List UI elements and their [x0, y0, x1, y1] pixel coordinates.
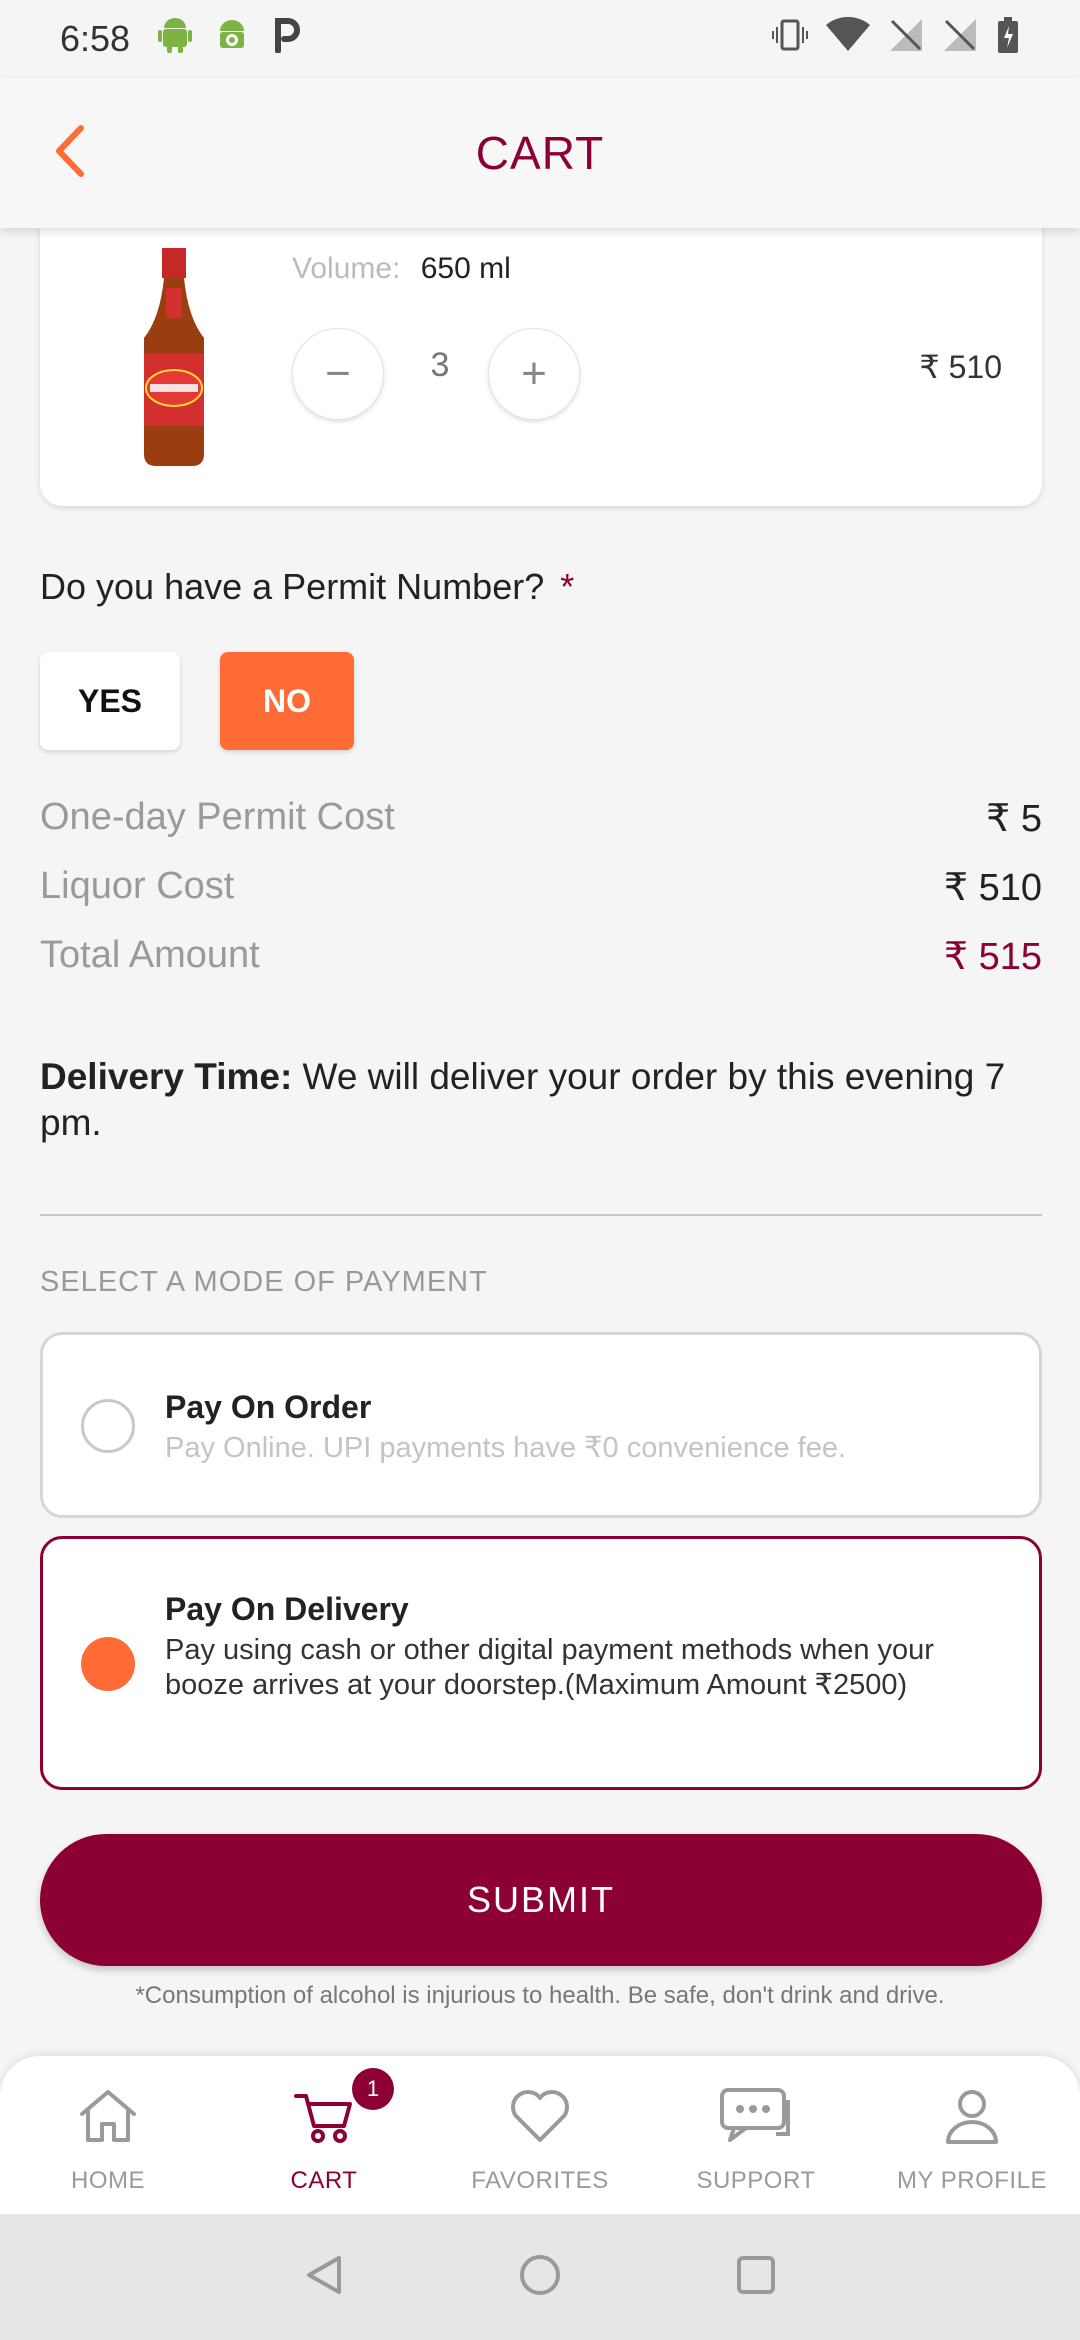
- required-marker: *: [560, 566, 575, 607]
- status-bar: 6:58: [0, 0, 1080, 78]
- volume-row: Volume: 650 ml: [292, 252, 511, 286]
- page-title: CART: [475, 127, 605, 179]
- nav-label: FAVORITES: [471, 2167, 609, 2194]
- pay-option-description: Pay Online. UPI payments have ₹0 conveni…: [165, 1432, 847, 1464]
- total-amount-row: Total Amount ₹ 515: [40, 934, 1042, 979]
- battery-icon: [996, 16, 1020, 62]
- back-nav-icon[interactable]: [301, 2252, 347, 2303]
- permit-cost-label: One-day Permit Cost: [40, 796, 395, 838]
- nav-support[interactable]: SUPPORT: [648, 2056, 864, 2214]
- item-price: ₹ 510: [919, 349, 1002, 385]
- pay-option-title: Pay On Order: [165, 1389, 372, 1425]
- home-nav-icon[interactable]: [517, 2252, 563, 2303]
- signal-off-icon: [942, 17, 978, 62]
- android-icon: [158, 17, 193, 62]
- permit-yes-button[interactable]: YES: [40, 652, 180, 750]
- total-amount-label: Total Amount: [40, 934, 260, 976]
- chat-icon: [718, 2086, 794, 2151]
- permit-cost-value: ₹ 5: [986, 798, 1042, 840]
- pay-option-description: Pay using cash or other digital payment …: [165, 1634, 934, 1701]
- home-icon: [76, 2086, 140, 2151]
- permit-cost-row: One-day Permit Cost ₹ 5: [40, 796, 1042, 841]
- health-disclaimer: *Consumption of alcohol is injurious to …: [135, 1982, 945, 2009]
- payment-heading: SELECT A MODE OF PAYMENT: [40, 1266, 488, 1298]
- signal-off-icon: [888, 17, 924, 62]
- nav-label: SUPPORT: [696, 2167, 816, 2194]
- system-nav-bar: [0, 2214, 1080, 2340]
- product-image: [140, 248, 208, 473]
- pay-option-title: Pay On Delivery: [165, 1591, 409, 1627]
- pay-on-delivery-option[interactable]: Pay On Delivery Pay using cash or other …: [40, 1536, 1042, 1790]
- submit-button[interactable]: SUBMIT: [40, 1834, 1042, 1966]
- nav-label: CART: [290, 2167, 358, 2194]
- liquor-cost-row: Liquor Cost ₹ 510: [40, 865, 1042, 910]
- increase-quantity-button[interactable]: +: [488, 328, 580, 420]
- nav-my-profile[interactable]: MY PROFILE: [864, 2056, 1080, 2214]
- liquor-cost-label: Liquor Cost: [40, 865, 235, 907]
- permit-question: Do you have a Permit Number? *: [40, 566, 574, 608]
- wifi-icon: [826, 16, 870, 62]
- bottom-nav: HOME 1 CART FAVORITES SUPPORT MY PROFILE: [0, 2056, 1080, 2214]
- android-debug-icon: [214, 17, 250, 62]
- cart-content[interactable]: Volume: 650 ml − 3 + ₹ 510 Do you have a…: [0, 228, 1080, 2056]
- vibrate-icon: [772, 17, 808, 62]
- status-time: 6:58: [60, 18, 131, 59]
- cart-item-card: Volume: 650 ml − 3 + ₹ 510: [40, 228, 1042, 506]
- divider: [40, 1214, 1042, 1216]
- nav-home[interactable]: HOME: [0, 2056, 216, 2214]
- cart-badge: 1: [352, 2068, 394, 2110]
- nav-favorites[interactable]: FAVORITES: [432, 2056, 648, 2214]
- heart-icon: [508, 2086, 572, 2151]
- permit-question-text: Do you have a Permit Number?: [40, 566, 545, 607]
- delivery-time: Delivery Time: We will deliver your orde…: [40, 1054, 1030, 1146]
- parking-icon: [272, 17, 302, 62]
- decrease-quantity-button[interactable]: −: [292, 328, 384, 420]
- profile-icon: [940, 2086, 1004, 2151]
- quantity-value: 3: [430, 346, 450, 384]
- volume-value: 650 ml: [420, 252, 511, 285]
- radio-unselected[interactable]: [81, 1399, 135, 1453]
- nav-label: HOME: [71, 2167, 145, 2194]
- pay-on-order-option[interactable]: Pay On Order Pay Online. UPI payments ha…: [40, 1332, 1042, 1518]
- cart-icon: [292, 2086, 356, 2151]
- volume-label: Volume:: [292, 252, 401, 285]
- app-header: CART: [0, 78, 1080, 228]
- total-amount-value: ₹ 515: [943, 936, 1042, 978]
- nav-label: MY PROFILE: [897, 2167, 1047, 2194]
- liquor-cost-value: ₹ 510: [943, 867, 1042, 909]
- radio-selected[interactable]: [81, 1637, 135, 1691]
- chevron-left-icon: [53, 124, 87, 183]
- nav-cart[interactable]: 1 CART: [216, 2056, 432, 2214]
- recents-nav-icon[interactable]: [733, 2252, 779, 2303]
- delivery-time-label: Delivery Time:: [40, 1056, 293, 1097]
- permit-no-button[interactable]: NO: [220, 652, 354, 750]
- back-button[interactable]: [40, 120, 100, 186]
